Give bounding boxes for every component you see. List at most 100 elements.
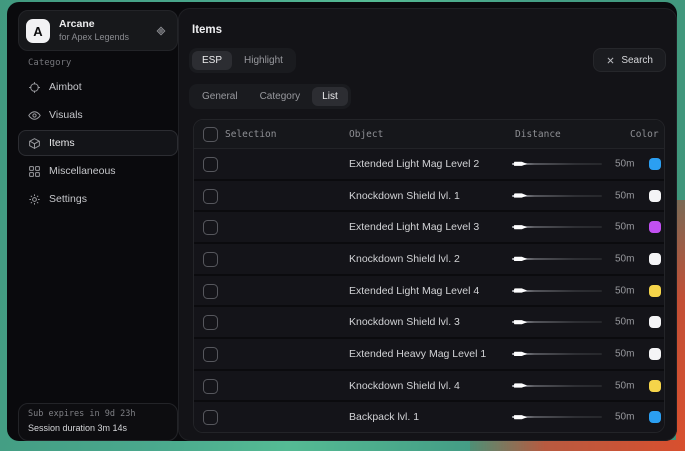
- table-row: Backpack lvl. 1 50m: [194, 400, 664, 432]
- color-swatch[interactable]: [649, 380, 661, 392]
- sidebar-item-label: Aimbot: [49, 81, 82, 93]
- distance-slider[interactable]: [512, 339, 602, 369]
- items-table: Selection Object Distance Color Extended…: [193, 119, 665, 433]
- view-tabs: General Category List: [189, 84, 351, 109]
- distance-slider[interactable]: [512, 149, 602, 179]
- search-icon: [606, 56, 615, 65]
- slider-handle[interactable]: [514, 288, 527, 294]
- sidebar-category-label: Category: [28, 58, 71, 68]
- object-name: Extended Heavy Mag Level 1: [349, 348, 486, 360]
- color-swatch[interactable]: [649, 316, 661, 328]
- slider-handle[interactable]: [514, 224, 527, 230]
- slider-handle[interactable]: [514, 256, 527, 262]
- sidebar-item-label: Items: [49, 137, 75, 149]
- table-row: Knockdown Shield lvl. 4 50m: [194, 369, 664, 401]
- sidebar-item-label: Settings: [49, 193, 87, 205]
- object-name: Extended Light Mag Level 3: [349, 221, 479, 233]
- tab-category[interactable]: Category: [250, 87, 311, 106]
- slider-handle[interactable]: [514, 351, 527, 357]
- sidebar-item-miscellaneous[interactable]: Miscellaneous: [18, 158, 178, 184]
- color-swatch[interactable]: [649, 158, 661, 170]
- distance-slider[interactable]: [512, 371, 602, 401]
- distance-slider[interactable]: [512, 307, 602, 337]
- table-row: Extended Light Mag Level 4 50m: [194, 274, 664, 306]
- sidebar-nav: Aimbot Visuals Items: [18, 74, 178, 214]
- table-row: Extended Light Mag Level 2 50m: [194, 149, 664, 179]
- row-checkbox[interactable]: [203, 410, 218, 425]
- session-duration-text: Session duration 3m 14s: [28, 423, 168, 433]
- sidebar-item-items[interactable]: Items: [18, 130, 178, 156]
- color-swatch[interactable]: [649, 253, 661, 265]
- distance-slider[interactable]: [512, 402, 602, 432]
- object-name: Knockdown Shield lvl. 1: [349, 190, 460, 202]
- slider-handle[interactable]: [514, 383, 527, 389]
- slider-handle[interactable]: [514, 319, 527, 325]
- session-info-card: Sub expires in 9d 23h Session duration 3…: [18, 403, 178, 441]
- table-header: Selection Object Distance Color: [194, 120, 664, 149]
- object-name: Extended Light Mag Level 4: [349, 285, 479, 297]
- crosshair-icon: [28, 81, 41, 94]
- color-swatch[interactable]: [649, 221, 661, 233]
- column-color: Color: [630, 129, 659, 140]
- distance-slider[interactable]: [512, 276, 602, 306]
- sidebar-item-label: Miscellaneous: [49, 165, 116, 177]
- tab-esp[interactable]: ESP: [192, 51, 232, 70]
- app-window: A Arcane for Apex Legends Category Aimbo…: [7, 2, 677, 441]
- distance-slider[interactable]: [512, 181, 602, 211]
- app-subtitle: for Apex Legends: [59, 32, 129, 42]
- background-accent-right: [676, 200, 685, 451]
- slider-handle[interactable]: [514, 193, 527, 199]
- distance-value: 50m: [615, 253, 634, 264]
- row-checkbox[interactable]: [203, 157, 218, 172]
- distance-value: 50m: [615, 412, 634, 423]
- distance-value: 50m: [615, 285, 634, 296]
- distance-slider[interactable]: [512, 244, 602, 274]
- package-icon: [28, 137, 41, 150]
- distance-value: 50m: [615, 317, 634, 328]
- select-all-checkbox[interactable]: [203, 127, 218, 142]
- table-row: Extended Light Mag Level 3 50m: [194, 210, 664, 242]
- row-checkbox[interactable]: [203, 315, 218, 330]
- grid-icon: [28, 165, 41, 178]
- color-swatch[interactable]: [649, 348, 661, 360]
- column-distance: Distance: [515, 129, 561, 140]
- table-row: Knockdown Shield lvl. 1 50m: [194, 179, 664, 211]
- color-swatch[interactable]: [649, 190, 661, 202]
- desktop-background: A Arcane for Apex Legends Category Aimbo…: [0, 0, 685, 451]
- table-row: Extended Heavy Mag Level 1 50m: [194, 337, 664, 369]
- distance-value: 50m: [615, 348, 634, 359]
- distance-value: 50m: [615, 222, 634, 233]
- sidebar-item-label: Visuals: [49, 109, 83, 121]
- column-object: Object: [349, 129, 383, 140]
- row-checkbox[interactable]: [203, 189, 218, 204]
- object-name: Knockdown Shield lvl. 2: [349, 253, 460, 265]
- search-button[interactable]: Search: [593, 48, 666, 72]
- page-title: Items: [192, 24, 222, 36]
- distance-value: 50m: [615, 158, 634, 169]
- color-swatch[interactable]: [649, 411, 661, 423]
- object-name: Backpack lvl. 1: [349, 411, 419, 423]
- row-checkbox[interactable]: [203, 220, 218, 235]
- main-panel: Items ESP Highlight Search General Categ…: [178, 8, 677, 441]
- eye-icon: [28, 109, 41, 122]
- tab-list[interactable]: List: [312, 87, 348, 106]
- sidebar-item-aimbot[interactable]: Aimbot: [18, 74, 178, 100]
- sidebar-item-visuals[interactable]: Visuals: [18, 102, 178, 128]
- row-checkbox[interactable]: [203, 252, 218, 267]
- object-name: Knockdown Shield lvl. 4: [349, 380, 460, 392]
- slider-handle[interactable]: [514, 161, 527, 167]
- tab-general[interactable]: General: [192, 87, 248, 106]
- shield-badge-icon[interactable]: [154, 24, 168, 38]
- object-name: Extended Light Mag Level 2: [349, 158, 479, 170]
- row-checkbox[interactable]: [203, 284, 218, 299]
- column-selection: Selection: [225, 129, 276, 140]
- row-checkbox[interactable]: [203, 379, 218, 394]
- color-swatch[interactable]: [649, 285, 661, 297]
- distance-slider[interactable]: [512, 212, 602, 242]
- tab-highlight[interactable]: Highlight: [234, 51, 293, 70]
- slider-handle[interactable]: [514, 414, 527, 420]
- sidebar-item-settings[interactable]: Settings: [18, 186, 178, 212]
- row-checkbox[interactable]: [203, 347, 218, 362]
- app-title: Arcane: [59, 18, 95, 30]
- object-name: Knockdown Shield lvl. 3: [349, 316, 460, 328]
